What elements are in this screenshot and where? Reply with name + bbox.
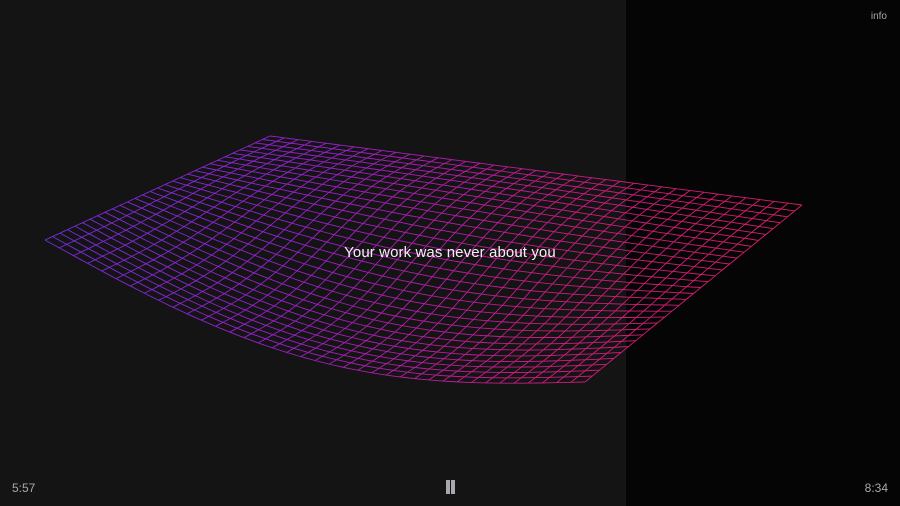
mesh-line [239, 149, 774, 230]
lyric-caption: Your work was never about you [344, 244, 556, 261]
visualizer-stage: Your work was never about you info 5:57 … [0, 0, 900, 506]
mesh-line [247, 145, 781, 224]
mesh-line [158, 150, 383, 301]
mesh-line [44, 135, 271, 241]
elapsed-time: 5:57 [12, 481, 36, 495]
mesh-line [59, 137, 285, 249]
info-link[interactable]: info [871, 11, 887, 22]
mesh-line [584, 204, 803, 383]
mesh-line [104, 211, 643, 338]
mesh-line [209, 163, 745, 253]
mesh-line [314, 170, 537, 361]
pause-bar-left [446, 480, 450, 494]
mesh-line [73, 139, 299, 257]
mesh-line [556, 201, 775, 384]
mesh-line [570, 202, 789, 383]
remaining-time: 8:34 [864, 481, 888, 495]
pause-bar-right [451, 480, 455, 494]
pause-button[interactable] [443, 479, 457, 495]
